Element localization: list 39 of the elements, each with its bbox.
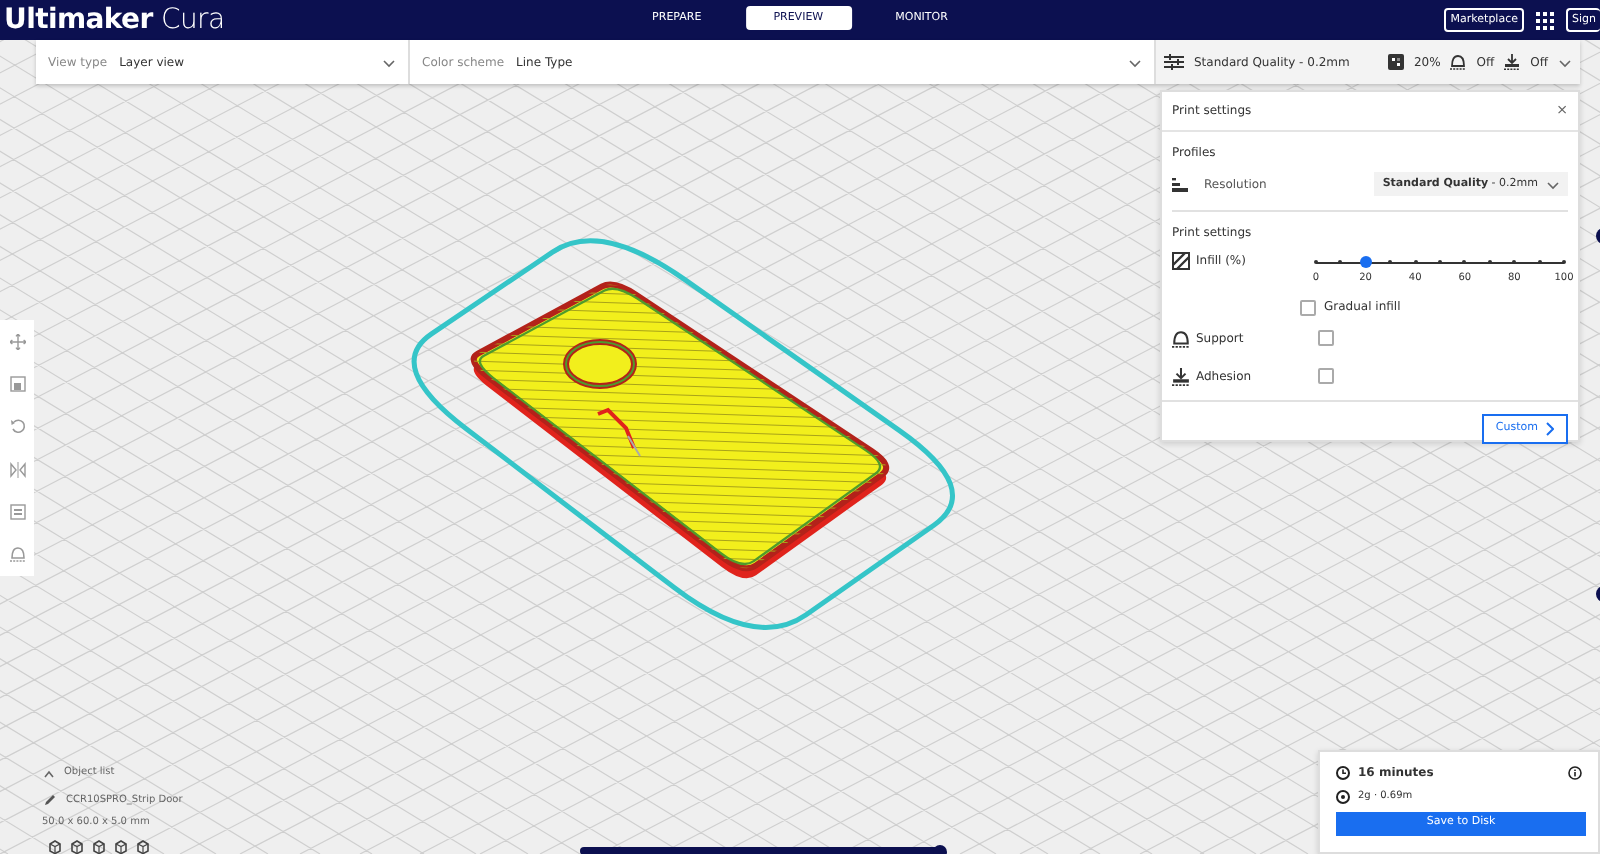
per-model-settings-icon[interactable] bbox=[9, 503, 25, 520]
support-icon bbox=[1450, 54, 1467, 70]
app-logo: Ultimaker Cura bbox=[4, 1, 225, 39]
infill-icon bbox=[1172, 252, 1190, 271]
scale-icon[interactable] bbox=[9, 375, 25, 392]
left-view-icon[interactable] bbox=[114, 839, 128, 853]
slider-handle[interactable] bbox=[933, 845, 947, 854]
caret-icon bbox=[1546, 179, 1560, 190]
right-view-icon[interactable] bbox=[136, 839, 150, 853]
slider-thumb[interactable] bbox=[1359, 256, 1372, 269]
top-view-icon[interactable] bbox=[92, 839, 106, 853]
layer-slider-handle[interactable] bbox=[1596, 228, 1600, 244]
rotate-icon[interactable] bbox=[9, 418, 25, 435]
chevron-up-icon[interactable] bbox=[44, 769, 54, 778]
layer-slider-handle[interactable] bbox=[1596, 586, 1600, 602]
checkbox[interactable] bbox=[1318, 368, 1334, 385]
caret-icon bbox=[1128, 57, 1142, 67]
apps-grid-icon[interactable] bbox=[1536, 11, 1554, 29]
chevron-right-icon bbox=[1546, 421, 1554, 436]
adhesion-icon bbox=[1172, 367, 1190, 386]
layer-slider[interactable] bbox=[580, 845, 947, 854]
checkbox[interactable] bbox=[1318, 330, 1334, 347]
support-icon bbox=[1172, 329, 1190, 348]
resolution-icon bbox=[1172, 176, 1188, 193]
info-icon[interactable] bbox=[1568, 766, 1582, 780]
infill-icon bbox=[1387, 54, 1404, 70]
pencil-icon[interactable] bbox=[44, 794, 56, 807]
checkbox[interactable] bbox=[1300, 299, 1316, 316]
adhesion-icon bbox=[1504, 54, 1521, 70]
caret-icon bbox=[382, 57, 396, 67]
sliders-icon bbox=[1164, 54, 1184, 70]
caret-icon[interactable] bbox=[1558, 57, 1572, 67]
support-blocker-icon[interactable] bbox=[9, 546, 25, 563]
front-view-icon[interactable] bbox=[70, 839, 84, 853]
clock-icon bbox=[1336, 766, 1350, 780]
move-icon[interactable] bbox=[9, 333, 25, 350]
spool-icon bbox=[1336, 790, 1350, 805]
mirror-icon[interactable] bbox=[9, 461, 25, 478]
3d-view-icon[interactable] bbox=[48, 839, 62, 853]
